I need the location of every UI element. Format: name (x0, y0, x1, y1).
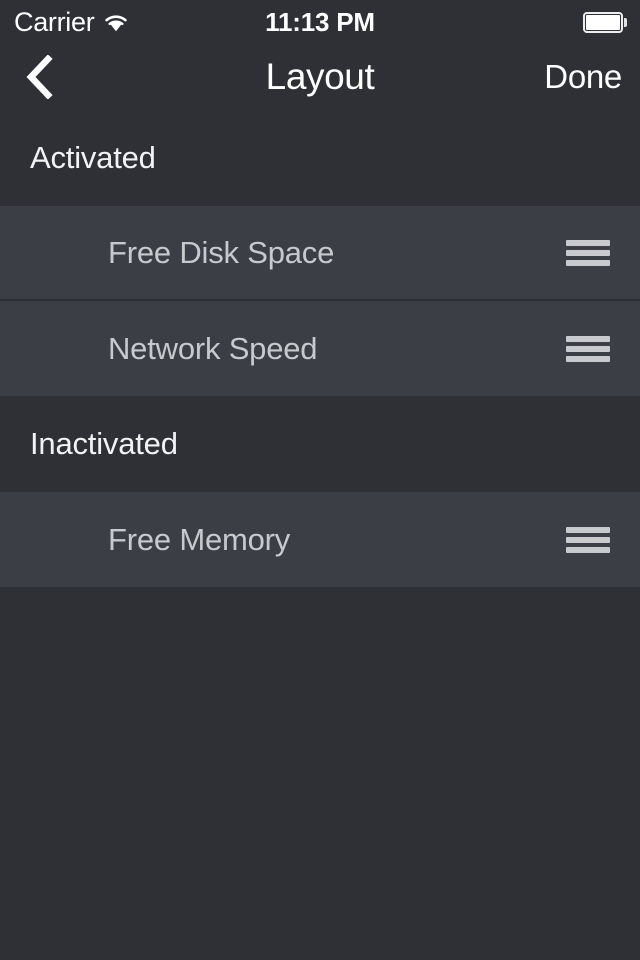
list-item-label: Network Speed (108, 330, 318, 366)
list-item[interactable]: Network Speed (0, 301, 640, 396)
navigation-bar: Layout Done (0, 44, 640, 110)
list-item-label: Free Disk Space (108, 234, 335, 270)
status-bar-clock: 11:13 PM (265, 6, 375, 37)
settings-list: Activated Free Disk Space Network Speed … (0, 110, 640, 960)
done-button[interactable]: Done (544, 44, 622, 110)
section-header-activated: Activated (30, 140, 156, 175)
list-item-label: Free Memory (108, 521, 291, 557)
reorder-handle-icon[interactable] (566, 526, 610, 553)
list-item[interactable]: Free Disk Space (0, 206, 640, 301)
battery-full-icon (583, 11, 627, 33)
reorder-handle-icon[interactable] (566, 335, 610, 362)
status-bar: Carrier 11:13 PM (0, 0, 640, 44)
screen-layout-settings: Carrier 11:13 PM Layout Done Activated F… (0, 0, 640, 960)
section-header-inactivated: Inactivated (30, 426, 178, 461)
reorder-handle-icon[interactable] (566, 239, 610, 266)
list-group-inactivated: Free Memory (0, 492, 640, 587)
list-group-activated: Free Disk Space Network Speed (0, 206, 640, 396)
list-item[interactable]: Free Memory (0, 492, 640, 587)
status-bar-right (583, 0, 627, 44)
